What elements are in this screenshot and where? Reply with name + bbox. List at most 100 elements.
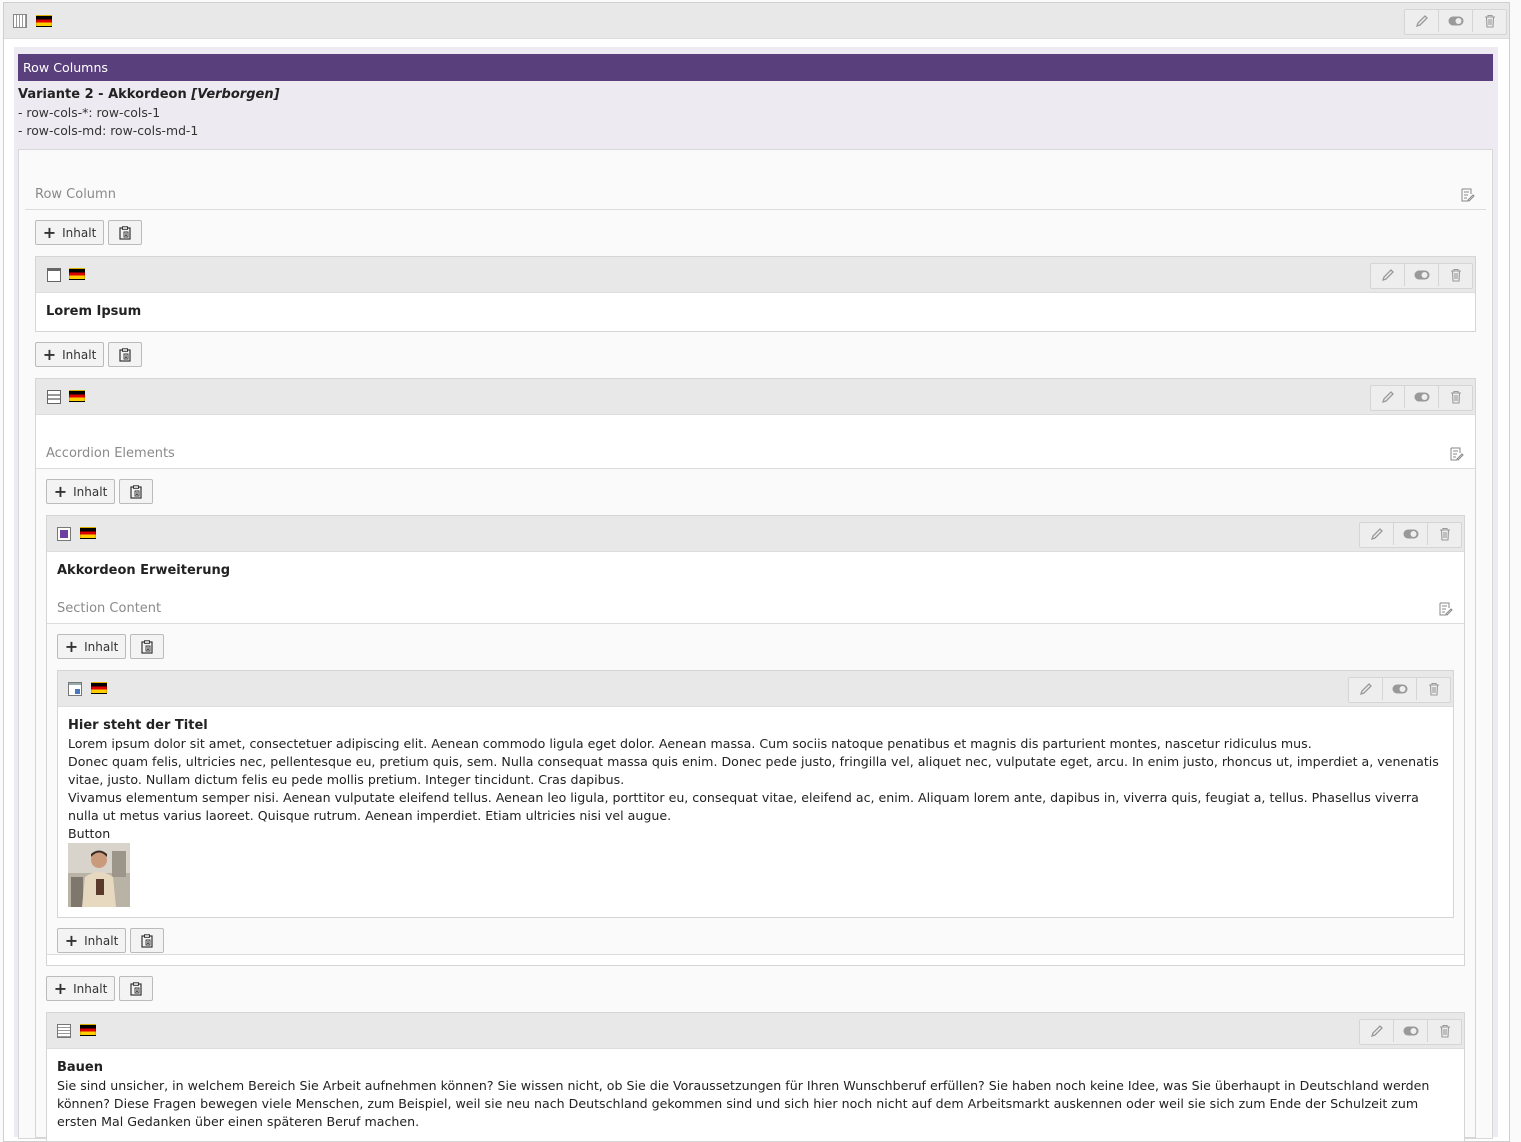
plus-icon: + [42,222,57,242]
german-flag-icon [69,268,85,280]
text-type-icon [57,1024,71,1038]
clipboard-icon [141,933,153,948]
column-label: Accordion Elements [46,446,175,461]
toggle-icon [1403,529,1418,539]
delete-button[interactable] [1428,523,1461,545]
german-flag-icon [91,682,107,694]
add-content-button[interactable]: + Inhalt [57,634,126,659]
edit-note-icon[interactable] [1461,188,1475,202]
element-actions [1348,677,1451,703]
delete-button[interactable] [1439,264,1472,286]
toggle-visibility-button[interactable] [1405,264,1439,286]
toggle-icon [1414,270,1429,280]
element-actions [1404,9,1507,35]
column-label: Section Content [57,601,162,616]
toggle-visibility-button[interactable] [1394,523,1428,545]
text-media-element: Hier steht der Titel Lorem ipsum dolor s… [57,670,1454,918]
variant-title: Variante 2 - Akkordeon [Verborgen] [18,87,280,102]
pencil-icon [1359,683,1372,696]
delete-button[interactable] [1428,1020,1461,1042]
edit-button[interactable] [1360,523,1394,545]
hidden-tag: [Verborgen] [191,87,280,102]
pencil-icon [1370,528,1383,541]
accordion-item-element: Bauen Sie sind unsicher, in welchem Bere… [46,1012,1465,1142]
trash-icon [1450,268,1461,282]
edit-button[interactable] [1349,678,1383,700]
trash-icon [1439,1024,1450,1038]
german-flag-icon [36,15,52,27]
pencil-icon [1381,391,1394,404]
accordion-item-type-icon [57,527,71,541]
paragraph: Lorem ipsum dolor sit amet, consectetuer… [68,736,1312,751]
clipboard-icon [119,347,131,362]
delete-button[interactable] [1473,10,1506,32]
image-thumbnail [68,843,130,907]
add-content-button[interactable]: + Inhalt [46,976,115,1001]
german-flag-icon [80,1024,96,1036]
paste-button[interactable] [119,976,153,1001]
pencil-icon [1381,269,1394,282]
toggle-visibility-button[interactable] [1439,10,1473,32]
edit-button[interactable] [1371,264,1405,286]
content-element: Lorem Ipsum [35,256,1476,332]
paste-button[interactable] [108,342,142,367]
paragraph: Vivamus elementum semper nisi. Aenean vu… [68,790,1419,823]
element-title: Lorem Ipsum [46,304,142,319]
delete-button[interactable] [1417,678,1450,700]
add-content-button[interactable]: + Inhalt [57,928,126,953]
element-header [47,1013,1464,1049]
paste-button[interactable] [108,220,142,245]
container-banner: Row Columns [18,54,1493,81]
toggle-visibility-button[interactable] [1383,678,1417,700]
toggle-visibility-button[interactable] [1405,386,1439,408]
clipboard-icon [141,639,153,654]
trash-icon [1450,390,1461,404]
plus-icon: + [64,930,79,950]
columns-type-icon [13,14,27,28]
paste-button[interactable] [130,928,164,953]
element-title: Hier steht der Titel [68,718,208,733]
header-type-icon [47,268,61,282]
edit-button[interactable] [1371,386,1405,408]
paste-button[interactable] [130,634,164,659]
edit-button[interactable] [1405,10,1439,32]
bodytext: Sie sind unsicher, in welchem Bereich Si… [57,1078,1430,1129]
element-header [36,379,1475,415]
toggle-icon [1414,392,1429,402]
edit-note-icon[interactable] [1439,602,1453,616]
element-actions [1370,263,1473,289]
element-header [58,671,1453,707]
edit-note-icon[interactable] [1450,447,1464,461]
add-content-button[interactable]: + Inhalt [35,342,104,367]
pencil-icon [1370,1025,1383,1038]
element-header [4,3,1509,39]
delete-button[interactable] [1439,386,1472,408]
toggle-icon [1403,1026,1418,1036]
paragraph: Donec quam felis, ultricies nec, pellent… [68,754,1439,787]
bodytext: Lorem ipsum dolor sit amet, consectetuer… [68,735,1443,843]
trash-icon [1439,527,1450,541]
element-actions [1359,1019,1462,1045]
meta-line: - row-cols-*: row-cols-1 [18,105,161,120]
toggle-visibility-button[interactable] [1394,1020,1428,1042]
divider [47,954,1464,955]
divider [25,209,1486,210]
plus-icon: + [64,636,79,656]
button-text: Button [68,826,111,841]
edit-button[interactable] [1360,1020,1394,1042]
german-flag-icon [80,527,96,539]
paste-button[interactable] [119,479,153,504]
meta-line: - row-cols-md: row-cols-md-1 [18,123,199,138]
add-content-button[interactable]: + Inhalt [35,220,104,245]
element-title: Bauen [57,1060,104,1075]
toggle-icon [1392,684,1407,694]
pencil-icon [1415,15,1428,28]
plus-icon: + [53,481,68,501]
clipboard-icon [130,484,142,499]
add-content-button[interactable]: + Inhalt [46,479,115,504]
accordion-type-icon [47,390,61,404]
element-header [47,516,1464,552]
column-label: Row Column [35,187,116,202]
clipboard-icon [130,981,142,996]
clipboard-icon [119,225,131,240]
